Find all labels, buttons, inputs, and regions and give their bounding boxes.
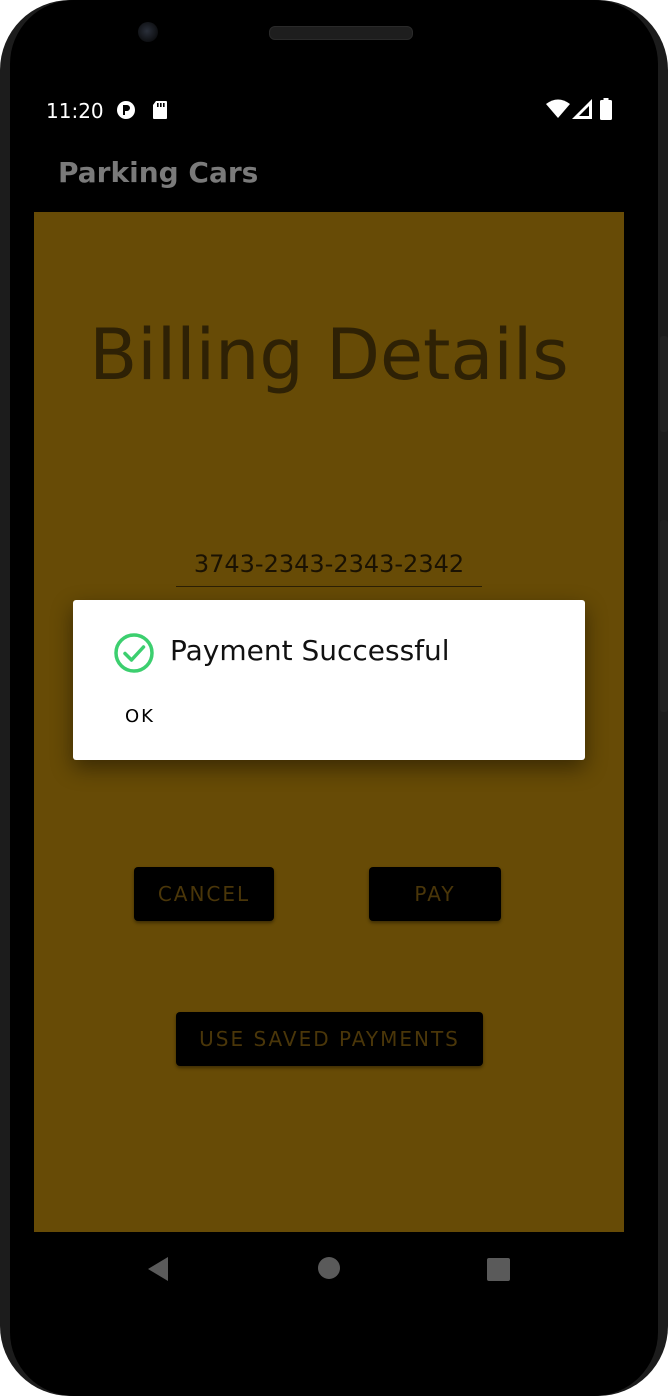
earpiece-speaker (269, 26, 413, 40)
ok-button[interactable]: OK (111, 702, 169, 731)
app-bar: Parking Cars (34, 140, 624, 212)
status-bar: 11:20 (34, 90, 624, 130)
use-saved-payments-button[interactable]: USE SAVED PAYMENTS (176, 1012, 483, 1066)
dialog-message: Payment Successful (170, 634, 450, 667)
pay-button[interactable]: PAY (369, 867, 501, 921)
home-icon[interactable] (317, 1256, 341, 1285)
sd-card-icon (152, 100, 168, 125)
power-button (660, 336, 668, 432)
back-icon[interactable] (146, 1256, 170, 1287)
wifi-icon (546, 99, 570, 124)
phone-frame: 11:20 Parking Cars Billing Details 3743-… (0, 0, 668, 1396)
cell-signal-icon (572, 99, 592, 124)
front-camera (138, 22, 158, 42)
check-circle-icon (113, 632, 155, 674)
card-number-field[interactable]: 3743-2343-2343-2342 (176, 544, 482, 587)
volume-button (660, 520, 668, 712)
navigation-bar (34, 1232, 624, 1306)
screen-record-icon (116, 100, 136, 125)
status-time: 11:20 (46, 99, 104, 123)
battery-icon (600, 98, 612, 125)
app-title: Parking Cars (58, 156, 259, 189)
cancel-button[interactable]: CANCEL (134, 867, 274, 921)
page-title: Billing Details (89, 314, 569, 396)
payment-success-dialog: Payment Successful OK (73, 600, 585, 760)
recents-icon[interactable] (487, 1258, 511, 1287)
